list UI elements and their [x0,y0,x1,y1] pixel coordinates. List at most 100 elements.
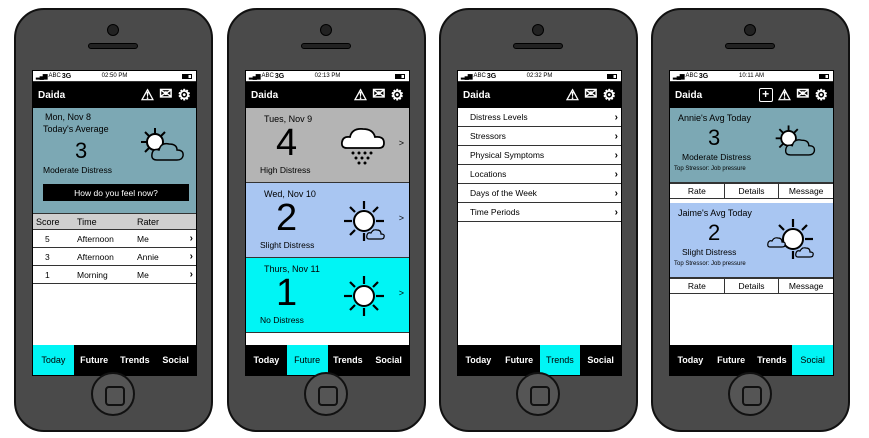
chevron-right-icon: > [398,213,404,223]
tab-future[interactable]: Future [74,345,115,375]
details-button[interactable]: Details [725,184,780,198]
card-date: Mon, Nov 8 [45,112,92,122]
rain-cloud-icon [339,124,389,173]
trend-item-locations[interactable]: Locations › [458,165,621,184]
trend-item-label: Physical Symptoms [470,150,545,160]
trend-item-days-of-week[interactable]: Days of the Week › [458,184,621,203]
settings-gear-icon[interactable]: ⚙ [178,88,191,103]
home-button[interactable] [304,372,348,416]
app-bar: Daida ⚠ ✉ ⚙ [458,82,621,108]
cloud-sun-icon [766,217,816,266]
tab-trends[interactable]: Trends [115,345,156,375]
tab-social[interactable]: Social [368,345,409,375]
warning-icon[interactable]: ⚠ [354,88,367,103]
warning-icon[interactable]: ⚠ [778,88,791,103]
screen-social: ▂▄▆ ABC 3G 10:11 AM Daida + ⚠ ✉ ⚙ Annie'… [669,70,834,376]
phone-future: ▂▄▆ ABC 3G 02:13 PM Daida ⚠ ✉ ⚙ Tues, No… [227,8,426,432]
how-do-you-feel-button[interactable]: How do you feel now? [43,184,189,201]
tab-trends[interactable]: Trends [752,345,793,375]
friend-card-jaime[interactable]: Jaime's Avg Today 2 Slight Distress Top … [670,203,833,278]
home-button[interactable] [728,372,772,416]
tab-bar: Today Future Trends Social [246,345,409,375]
tab-today[interactable]: Today [670,345,711,375]
friend-score: 2 [708,220,721,245]
chevron-right-icon: › [614,187,618,199]
add-icon[interactable]: + [758,88,773,102]
app-bar: Daida + ⚠ ✉ ⚙ [670,82,833,108]
tab-today[interactable]: Today [458,345,499,375]
details-button[interactable]: Details [725,279,780,293]
phone-today: ▂▄▆ ABC 3G 02:50 PM Daida ⚠ ✉ ⚙ Mon, Nov… [14,8,213,432]
rate-button[interactable]: Rate [670,279,725,293]
trend-item-stressors[interactable]: Stressors › [458,127,621,146]
app-bar: Daida ⚠ ✉ ⚙ [33,82,196,108]
friend-score: 3 [708,125,721,150]
trend-item-time-periods[interactable]: Time Periods › [458,203,621,222]
settings-gear-icon[interactable]: ⚙ [391,88,404,103]
home-button[interactable] [516,372,560,416]
screen-today: ▂▄▆ ABC 3G 02:50 PM Daida ⚠ ✉ ⚙ Mon, Nov… [32,70,197,376]
forecast-card[interactable]: Wed, Nov 10 2 Slight Distress > [246,183,409,258]
tab-bar: Today Future Trends Social [458,345,621,375]
header-score: Score [36,216,60,227]
tab-future[interactable]: Future [499,345,540,375]
chevron-right-icon: › [189,233,193,244]
tab-today[interactable]: Today [246,345,287,375]
trend-item-label: Days of the Week [470,188,537,198]
friend-card-annie[interactable]: Annie's Avg Today 3 Moderate Distress To… [670,108,833,183]
trend-item-label: Distress Levels [470,112,528,122]
table-row[interactable]: 3 Afternoon Annie › [33,248,196,266]
tab-future[interactable]: Future [286,345,328,375]
trend-item-physical-symptoms[interactable]: Physical Symptoms › [458,146,621,165]
clock: 02:50 PM [101,73,128,79]
friend-level: Slight Distress [682,247,737,257]
mail-icon[interactable]: ✉ [372,87,385,103]
warning-icon[interactable]: ⚠ [566,88,579,103]
camera [107,24,119,36]
app-bar: Daida ⚠ ✉ ⚙ [246,82,409,108]
friend-actions: Rate Details Message [670,183,833,199]
screen-trends: ▂▄▆ ABC 3G 02:32 PM Daida ⚠ ✉ ⚙ Distress… [457,70,622,376]
status-bar: ▂▄▆ ABC 3G 02:32 PM [458,71,621,82]
tab-today[interactable]: Today [33,345,74,375]
tab-trends[interactable]: Trends [328,345,369,375]
message-button[interactable]: Message [779,184,833,198]
tab-social[interactable]: Social [792,345,833,375]
table-row[interactable]: 5 Afternoon Me › [33,230,196,248]
row-score: 3 [45,251,50,262]
row-time: Afternoon [77,233,114,244]
rate-button[interactable]: Rate [670,184,725,198]
home-button[interactable] [91,372,135,416]
warning-icon[interactable]: ⚠ [141,88,154,103]
sun-icon [339,274,389,323]
row-rater: Annie [137,251,159,262]
trend-item-distress-levels[interactable]: Distress Levels › [458,108,621,127]
mail-icon[interactable]: ✉ [796,87,809,103]
tab-social[interactable]: Social [580,345,621,375]
card-label: Today's Average [43,124,109,134]
forecast-card[interactable]: Thurs, Nov 11 1 No Distress > [246,258,409,333]
status-bar: ▂▄▆ ABC 3G 02:50 PM [33,71,196,82]
settings-gear-icon[interactable]: ⚙ [815,88,828,103]
table-row[interactable]: 1 Morning Me › [33,266,196,284]
tab-trends[interactable]: Trends [539,345,581,375]
tab-social[interactable]: Social [155,345,196,375]
trend-item-label: Locations [470,169,507,179]
row-time: Morning [77,269,108,280]
mail-icon[interactable]: ✉ [159,87,172,103]
friend-top-stressor: Top Stressor: Job pressure [674,166,746,172]
mail-icon[interactable]: ✉ [584,87,597,103]
speaker [725,43,775,49]
forecast-score: 4 [276,122,298,164]
row-rater: Me [137,269,149,280]
status-bar: ▂▄▆ ABC 3G 02:13 PM [246,71,409,82]
tab-future[interactable]: Future [711,345,752,375]
forecast-card[interactable]: Tues, Nov 9 4 High Distress > [246,108,409,183]
trend-item-label: Time Periods [470,207,520,217]
row-rater: Me [137,233,149,244]
row-score: 1 [45,269,50,280]
friend-top-stressor: Top Stressor: Job pressure [674,261,746,267]
app-title: Daida [675,89,703,101]
message-button[interactable]: Message [779,279,833,293]
settings-gear-icon[interactable]: ⚙ [603,88,616,103]
